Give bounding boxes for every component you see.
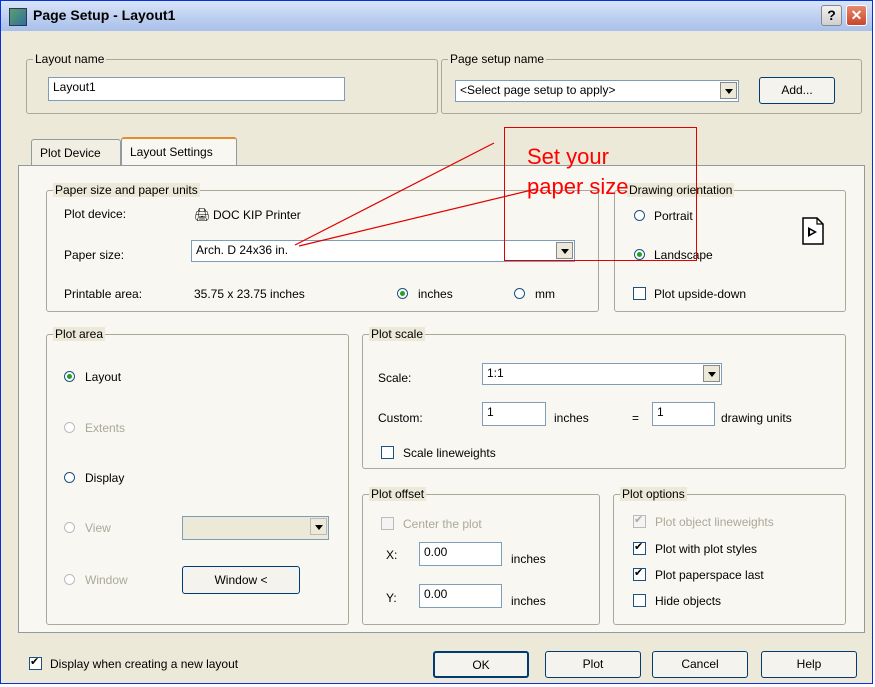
annotation-arrow [294,142,537,247]
page-setup-dialog: Page Setup - Layout1 ? ✕ Layout name Lay… [0,0,873,684]
